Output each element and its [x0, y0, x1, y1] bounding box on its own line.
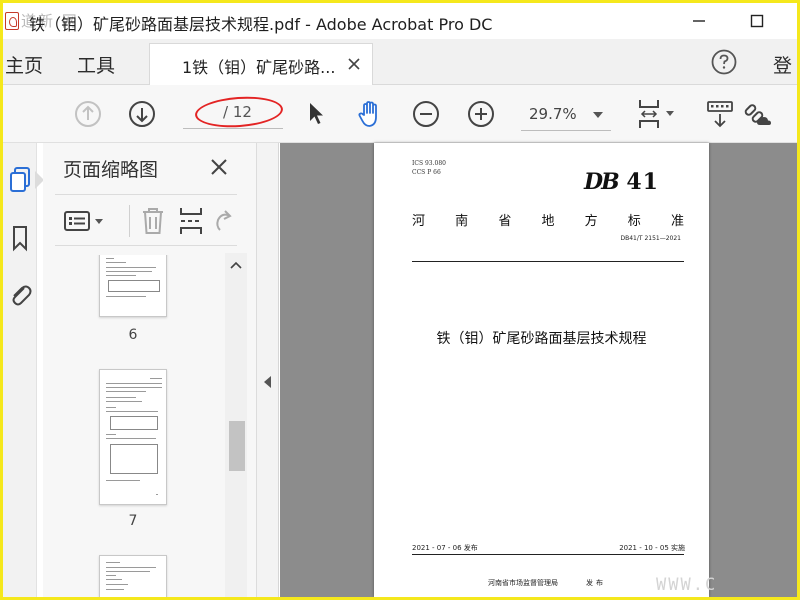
scroll-mode-button[interactable] [705, 99, 735, 131]
chevron-up-icon [230, 261, 242, 269]
effective-date: 2021 - 10 - 05 实施 [619, 544, 685, 552]
heading-char: 南 [455, 214, 469, 229]
ccs-code: CCS P 66 [412, 169, 441, 176]
plus-circle-icon [468, 101, 494, 127]
arrow-down-circle-icon [129, 101, 155, 127]
issue-word: 发布 [586, 579, 606, 587]
zoom-value: 29.7% [529, 105, 577, 123]
document-title: 铁（钼）矿尾砂路面基层技术规程 [436, 331, 647, 347]
page-thumbnails-panel: 页面缩略图 6 7 [43, 143, 257, 597]
minimize-button[interactable] [687, 9, 711, 33]
pdf-page: ICS 93.080 CCS P 66 DB 41 河 南 省 地 方 标 准 … [374, 143, 709, 597]
page-thumbnail[interactable] [99, 255, 167, 317]
zoom-dropdown[interactable]: 29.7% [521, 99, 611, 131]
select-tool-button[interactable] [303, 99, 329, 129]
fit-page-icon [639, 100, 674, 128]
main-toolbar: / 12 29.7% [3, 85, 797, 143]
heading-char: 方 [584, 214, 598, 229]
panel-toolbar [55, 194, 237, 246]
bookmarks-button[interactable] [6, 223, 34, 253]
maximize-icon [750, 14, 764, 28]
previous-page-button[interactable] [73, 99, 103, 129]
page-fit-button[interactable] [635, 97, 681, 131]
window-title: 铁（钼）矿尾砂路面基层技术规程.pdf - Adobe Acrobat Pro … [29, 15, 493, 34]
cursor-arrow-icon [310, 103, 323, 124]
tab-bar: 主页 工具 1铁（钼）矿尾砂路... 登 [3, 39, 797, 85]
chevron-down-icon [593, 112, 603, 118]
scroll-up-button[interactable] [225, 257, 247, 273]
publish-date: 2021 - 07 - 06 发布 [412, 544, 478, 552]
hand-tool-button[interactable] [353, 97, 387, 131]
document-tab-label: 1铁（钼）矿尾砂路... [182, 58, 336, 77]
insert-page-icon [180, 208, 202, 234]
attachments-button[interactable] [6, 279, 34, 309]
bookmark-icon [13, 226, 27, 252]
page-thumbnails-icon [10, 167, 30, 192]
page-thumbnails-button[interactable] [6, 165, 34, 195]
zoom-out-button[interactable] [411, 99, 441, 129]
share-link-button[interactable] [741, 97, 775, 131]
close-icon [348, 58, 360, 70]
header-rule [412, 261, 684, 262]
thumbnail-page-label: 7 [128, 513, 138, 529]
keyboard-scroll-icon [707, 101, 733, 128]
tab-document[interactable]: 1铁（钼）矿尾砂路... [149, 43, 373, 85]
thumbnail-page-label: 6 [128, 327, 138, 343]
paperclip-icon [12, 285, 32, 306]
thumbnail-options-button[interactable] [63, 207, 109, 235]
hand-icon [358, 101, 377, 127]
insert-page-button[interactable] [177, 205, 205, 237]
db-logo-number: 41 [626, 169, 659, 195]
standard-code: DB41/T 2151—2021 [620, 235, 681, 242]
db-logo: DB 41 [584, 169, 659, 195]
toolbar-divider [129, 205, 130, 237]
page-thumbnail[interactable] [99, 369, 167, 505]
maximize-button[interactable] [745, 9, 769, 33]
heading-char: 省 [498, 214, 512, 229]
link-cloud-icon [744, 104, 771, 125]
minimize-icon [693, 20, 705, 22]
heading-char: 河 [412, 214, 426, 229]
rotate-page-button[interactable] [211, 207, 235, 235]
heading-char: 准 [670, 214, 684, 229]
red-annotation-ellipse [194, 93, 284, 131]
acrobat-window: 道新 网 铁（钼）矿尾砂路面基层技术规程.pdf - Adobe Acrobat… [3, 3, 797, 597]
left-icon-rail [3, 143, 44, 597]
document-view[interactable]: ICS 93.080 CCS P 66 DB 41 河 南 省 地 方 标 准 … [280, 143, 797, 597]
panel-close-button[interactable] [207, 155, 231, 179]
scrollbar-thumb[interactable] [229, 421, 245, 471]
login-button[interactable]: 登 [773, 51, 792, 78]
help-button[interactable] [711, 49, 737, 75]
standard-type-heading: 河 南 省 地 方 标 准 [412, 210, 684, 229]
next-page-button[interactable] [127, 99, 157, 129]
help-icon [711, 49, 737, 75]
page-thumbnail[interactable] [99, 555, 167, 597]
ics-code: ICS 93.080 [412, 160, 446, 167]
page-number-input[interactable]: / 12 [183, 93, 284, 131]
thumbnail-list: 6 7 [55, 255, 237, 597]
issuing-authority: 河南省市场监督管理局 [488, 579, 558, 587]
acrobat-app-icon [5, 12, 19, 30]
arrow-up-circle-icon [75, 101, 101, 127]
delete-page-button[interactable] [139, 205, 167, 237]
options-menu-icon [64, 211, 103, 231]
panel-collapse-strip [257, 143, 279, 597]
footer-rule [412, 554, 684, 555]
thumbnail-scrollbar[interactable] [225, 253, 247, 597]
panel-title: 页面缩略图 [63, 159, 159, 181]
db-logo-letters: DB [584, 169, 620, 195]
title-bar: 道新 网 铁（钼）矿尾砂路面基层技术规程.pdf - Adobe Acrobat… [3, 3, 797, 39]
rotate-icon [216, 210, 232, 231]
heading-char: 标 [627, 214, 641, 229]
collapse-panel-arrow-icon[interactable] [264, 376, 271, 388]
tab-close-button[interactable] [344, 54, 364, 74]
zoom-in-button[interactable] [466, 99, 496, 129]
tab-home[interactable]: 主页 [5, 51, 43, 78]
trash-icon [143, 208, 163, 234]
minus-circle-icon [413, 101, 439, 127]
document-watermark: WWW.C [656, 575, 718, 595]
heading-char: 地 [541, 214, 555, 229]
tab-tools[interactable]: 工具 [77, 51, 115, 78]
close-icon [211, 159, 227, 175]
